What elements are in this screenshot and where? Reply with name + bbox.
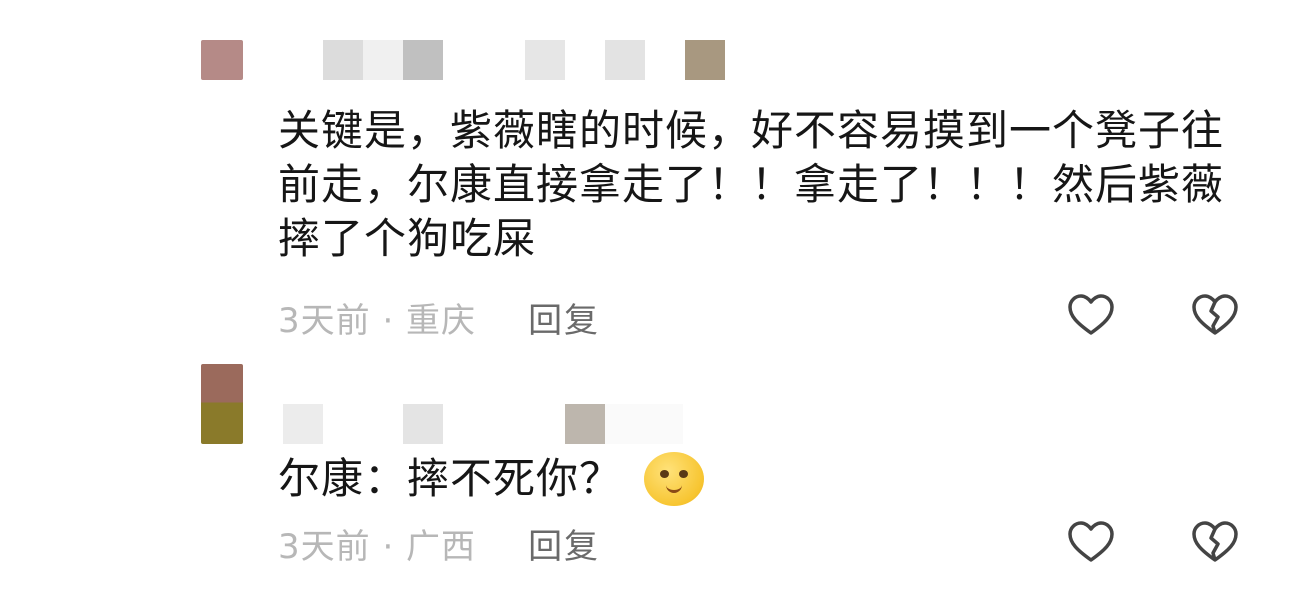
mosaic-block [323,40,363,80]
comment-body: 尔康：摔不死你？ [278,452,1238,506]
mosaic-block [685,40,725,80]
mosaic-block [403,404,443,444]
mosaic-block [525,40,565,80]
comment-meta: 3天前 · 重庆 回复 [278,297,600,341]
mosaic-block [363,40,403,80]
mosaic-block [605,40,645,80]
emoji-eye [660,470,670,478]
emoji-mouth [666,482,683,493]
like-button[interactable] [1066,292,1116,338]
broken-heart-icon [1192,521,1238,562]
comment-text: 尔康：摔不死你？ [278,454,623,503]
comment-text: 关键是，紫薇瞎的时候，好不容易摸到一个凳子往前走，尔康直接拿走了！！拿走了！！！… [278,106,1225,263]
time-location: 3天前 · 重庆 [278,300,477,341]
mosaic-block [565,40,605,80]
mosaic-block [443,404,565,444]
heart-outline-icon [1068,294,1114,335]
username-mosaic[interactable] [323,40,725,80]
mosaic-block [645,40,685,80]
dislike-button[interactable] [1190,519,1240,565]
broken-heart-icon [1192,294,1238,335]
dislike-button[interactable] [1190,292,1240,338]
mosaic-block [283,404,323,444]
avatar[interactable] [201,40,243,80]
mosaic-block [323,404,403,444]
username-mosaic[interactable] [283,404,683,444]
reply-button[interactable]: 回复 [528,293,600,342]
heart-outline-icon [1068,521,1114,562]
mosaic-block [605,404,683,444]
reply-button[interactable]: 回复 [528,519,600,568]
smirk-emoji-icon [644,452,705,506]
emoji-eye [679,470,689,478]
mosaic-block [565,404,605,444]
comment-item: 关键是，紫薇瞎的时候，好不容易摸到一个凳子往前走，尔康直接拿走了！！拿走了！！！… [0,0,1293,360]
avatar[interactable] [201,364,243,444]
comment-meta: 3天前 · 广西 回复 [278,523,600,567]
comment-item: 尔康：摔不死你？ 3天前 · 广西 回复 [0,360,1293,600]
mosaic-block [443,40,525,80]
mosaic-block [403,40,443,80]
time-location: 3天前 · 广西 [278,526,477,567]
like-button[interactable] [1066,519,1116,565]
